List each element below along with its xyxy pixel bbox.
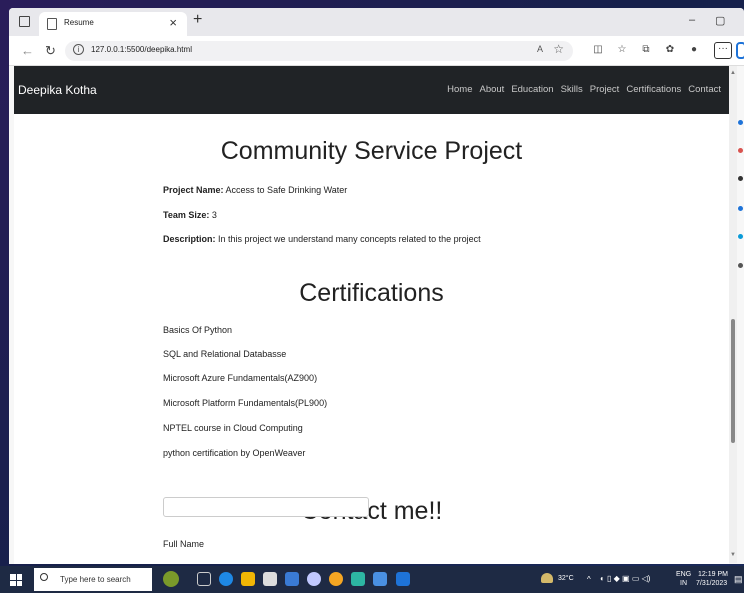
profile-icon[interactable]: ● [688,44,700,56]
project-name-value: Access to Safe Drinking Water [225,185,348,195]
description-value: In this project we understand many conce… [218,234,481,244]
collections-icon[interactable]: ⧉ [640,44,652,56]
extensions-icon[interactable]: ✿ [664,44,676,56]
notification-icon[interactable]: ▤ [734,574,743,585]
app-icon[interactable] [351,572,365,586]
copilot-icon[interactable] [736,42,744,59]
browser-window: Resume × + – ▢ ← ↻ i 127.0.0.1:5500/deep… [9,8,744,564]
team-size-line: Team Size: 3 [163,210,217,220]
search-icon [40,573,48,581]
description-line: Description: In this project we understa… [163,234,481,244]
project-name-label: Project Name: [163,185,224,195]
scrollbar[interactable] [729,66,737,563]
nav-about[interactable]: About [479,84,504,95]
address-bar: ← ↻ i 127.0.0.1:5500/deepika.html A ☆ ◫ … [9,36,744,66]
lang-code[interactable]: ENG [676,571,691,578]
tab-close-icon[interactable]: × [169,15,177,30]
chrome-icon[interactable] [329,572,343,586]
certifications-heading: Certifications [299,279,444,307]
team-size-value: 3 [211,210,217,220]
back-arrow-icon[interactable]: ← [21,43,34,58]
window-menu-icon[interactable] [19,16,30,27]
cert-item: NPTEL course in Cloud Computing [163,423,303,433]
task-view-icon[interactable] [197,572,211,586]
scroll-down-icon[interactable]: ▼ [730,552,736,558]
contact-heading: Contact me!! [300,497,443,525]
cert-item: Microsoft Azure Fundamentals(AZ900) [163,373,318,383]
cert-item: Microsoft Platform Fundamentals(PL900) [163,398,328,408]
url-text: 127.0.0.1:5500/deepika.html [91,45,192,54]
sidebar-games-icon[interactable] [738,206,743,211]
split-screen-icon[interactable]: ◫ [592,44,604,56]
nav-skills[interactable]: Skills [561,84,583,95]
tab-resume[interactable]: Resume × [39,12,187,36]
team-size-label: Team Size: [163,210,210,220]
nav-project[interactable]: Project [590,84,620,95]
file-explorer-icon[interactable] [241,572,255,586]
new-tab-button[interactable]: + [193,11,202,29]
maximize-button[interactable]: ▢ [715,14,725,27]
clock-date[interactable]: 7/31/2023 [696,580,727,587]
full-name-input[interactable] [163,497,369,517]
edge-sidebar [738,68,744,564]
description-label: Description: [163,234,216,244]
avocado-app-icon[interactable] [163,571,179,587]
sidebar-shopping-icon[interactable] [738,148,743,153]
project-heading: Community Service Project [220,137,523,165]
page-viewport: Deepika Kotha Home About Education Skill… [14,66,729,564]
tray-icons[interactable]: ◐ ▯ ◆ ▣ ▭ ◁) [600,574,650,583]
windows-start-icon[interactable] [10,574,22,586]
sidebar-search-icon[interactable] [738,120,743,125]
settings-menu-button[interactable]: ··· [714,42,732,59]
minimize-button[interactable]: – [689,14,695,26]
nav-contact[interactable]: Contact [688,84,721,95]
project-name-line: Project Name: Access to Safe Drinking Wa… [163,185,347,195]
sidebar-outlook-icon[interactable] [738,263,743,268]
tab-bar: Resume × + – ▢ [9,8,744,36]
site-brand[interactable]: Deepika Kotha [18,83,97,97]
document-icon [47,18,57,30]
favorite-star-icon[interactable]: ☆ [553,42,564,56]
sidebar-office-icon[interactable] [738,234,743,239]
site-navbar: Deepika Kotha Home About Education Skill… [14,66,729,114]
cert-item: python certification by OpenWeaver [163,448,306,458]
nav-home[interactable]: Home [447,84,472,95]
cert-item: Basics Of Python [163,325,233,335]
vscode-icon[interactable] [396,572,410,586]
temperature[interactable]: 32°C [558,575,574,582]
tab-title: Resume [64,18,94,27]
read-aloud-icon[interactable]: A [537,44,543,54]
edge-browser-icon[interactable] [219,572,233,586]
taskbar-search-input[interactable]: Type here to search [34,568,152,591]
nav-certifications[interactable]: Certifications [626,84,681,95]
refresh-icon[interactable]: ↻ [45,43,56,59]
app-icon[interactable] [307,572,321,586]
clock-time[interactable]: 12:19 PM [698,571,728,578]
mail-icon[interactable] [285,572,299,586]
sidebar-tools-icon[interactable] [738,176,743,181]
search-placeholder: Type here to search [60,575,131,584]
scroll-up-icon[interactable]: ▲ [730,70,736,76]
url-field[interactable]: i 127.0.0.1:5500/deepika.html A ☆ [65,41,573,61]
store-icon[interactable] [263,572,277,586]
scrollbar-thumb[interactable] [731,319,735,443]
full-name-label: Full Name [163,539,205,549]
favorites-icon[interactable]: ☆ [616,44,628,56]
region-code[interactable]: IN [680,580,687,587]
info-icon[interactable]: i [73,44,84,55]
windows-taskbar: Type here to search 32°C ^ ◐ ▯ ◆ ▣ ▭ ◁) … [0,566,744,593]
nav-education[interactable]: Education [511,84,553,95]
nav-links: Home About Education Skills Project Cert… [447,84,721,95]
app-icon[interactable] [373,572,387,586]
weather-icon[interactable] [541,573,553,583]
cert-item: SQL and Relational Databasse [163,349,287,359]
tray-chevron-icon[interactable]: ^ [587,575,591,584]
